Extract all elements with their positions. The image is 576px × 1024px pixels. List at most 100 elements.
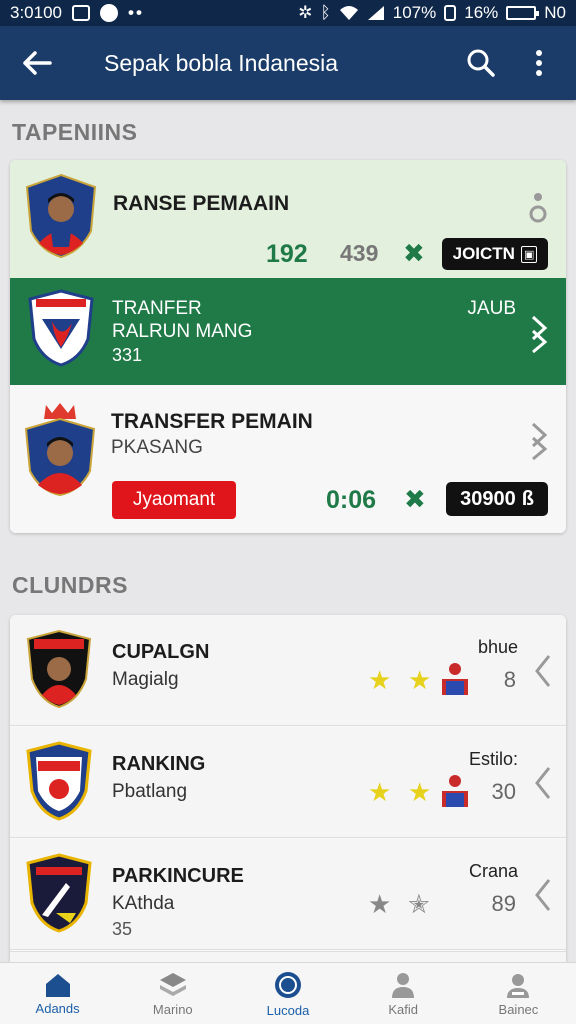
club-row[interactable]: CUPALGN Magialg ★ ★ bhue 8 — [10, 615, 566, 726]
nav-item-players[interactable]: Kafid — [346, 963, 461, 1024]
club-row[interactable]: PARKINCURE KAthda 35 ★ ✭ Crana 89 — [10, 839, 566, 950]
clubs-section-title: CLUNDRS — [12, 572, 128, 598]
club-subtitle: KAthda — [112, 893, 175, 914]
chevron-left-icon[interactable] — [534, 765, 552, 801]
star-outline-icon: ★ — [368, 889, 392, 919]
settings-status-icon: ✲ — [298, 3, 313, 22]
transfer-row[interactable]: RANSE PEMAAIN 192 439 ✖ JOICTN ▣ — [10, 160, 566, 278]
transfers-section-title: TAPENIINS — [12, 119, 138, 145]
bluetooth-icon: ᛒ — [320, 3, 331, 22]
nav-item-clubs[interactable]: Lucoda — [230, 963, 345, 1024]
chevron-right-icon[interactable] — [530, 421, 548, 461]
nav-label: Marino — [152, 1001, 193, 1017]
chevron-right-icon[interactable] — [530, 314, 548, 354]
arrow-left-icon — [23, 51, 52, 75]
transfer-secondary-value: 439 — [340, 240, 379, 266]
club-value: 30 — [491, 779, 516, 804]
player-icon — [442, 775, 468, 807]
star-icon: ★ — [408, 777, 432, 807]
transfer-tag: JOICTN ▣ — [442, 238, 548, 270]
star-icon: ★ — [368, 777, 392, 807]
star-icon: ★ — [368, 665, 392, 695]
club-subtitle: Magialg — [112, 669, 179, 690]
ball-icon — [275, 971, 301, 998]
swap-icon: ✖ — [403, 238, 425, 268]
club-crest-icon — [26, 629, 92, 709]
club-crest-icon — [26, 741, 92, 821]
transfer-tag-label: JOICTN — [452, 244, 515, 263]
transfer-title: TRANSFER PEMAIN — [111, 410, 313, 433]
app-bar: Sepak bobla Indanesia — [0, 26, 576, 100]
transfer-fee-label: 30900 — [460, 487, 516, 510]
transfer-title: TRANFER — [112, 298, 202, 319]
transfer-right-label: JAUB — [467, 298, 516, 319]
club-row-partial — [10, 951, 566, 962]
player-icon — [442, 663, 468, 695]
page-title: Sepak bobla Indanesia — [104, 49, 339, 76]
bottom-navigation: Adands Marino Lucoda Kafid Bainec — [0, 962, 576, 1024]
nav-label: Kafid — [388, 1001, 419, 1017]
signal-percent: 107% — [392, 3, 437, 22]
chevron-left-icon[interactable] — [534, 877, 552, 913]
nav-item-home[interactable]: Adands — [0, 963, 115, 1024]
nav-item-profile[interactable]: Bainec — [461, 963, 576, 1024]
club-subtitle: Pbatlang — [112, 781, 188, 802]
back-button[interactable] — [0, 26, 74, 100]
transfer-row[interactable]: TRANSFER PEMAIN PKASANG Jyaomant 0:06 ✖ … — [10, 385, 566, 533]
status-bar: 3:0100 •• ✲ ᛒ 107% 16% N0 — [0, 0, 576, 26]
network-label: N0 — [544, 3, 566, 22]
transfer-row-highlighted[interactable]: TRANFER RALRUN MANG 331 JAUB — [10, 278, 566, 385]
person-icon — [392, 972, 415, 998]
sim-icon — [444, 5, 457, 21]
notification-icon — [72, 5, 90, 21]
star-icon: ★ — [408, 665, 432, 695]
club-right-label: Estilo: — [468, 749, 518, 769]
transfer-subtitle: RALRUN MANG — [112, 321, 253, 342]
nav-label: Bainec — [498, 1001, 539, 1017]
player-avatar-badge — [24, 403, 96, 497]
search-button[interactable] — [452, 26, 510, 100]
home-icon — [45, 973, 70, 997]
transfer-fee-tag: 30900 ß — [446, 482, 548, 516]
club-crest-icon — [26, 853, 92, 933]
player-avatar-badge — [25, 173, 97, 259]
transfer-time: 0:06 — [326, 486, 377, 514]
tag-icon: ▣ — [520, 245, 538, 263]
battery-icon — [506, 6, 540, 20]
transfer-action-button[interactable]: Jyaomant — [112, 481, 236, 519]
transfer-title: RANSE PEMAAIN — [113, 192, 290, 215]
club-number: 35 — [112, 919, 133, 939]
wifi-icon — [339, 6, 358, 20]
more-notifications-icon: •• — [128, 3, 144, 22]
account-icon — [507, 973, 530, 998]
overflow-menu-button[interactable] — [510, 26, 568, 100]
chevron-left-icon[interactable] — [534, 653, 552, 689]
club-crest-icon — [28, 289, 94, 367]
club-right-label: Crana — [468, 861, 518, 881]
transfer-subtitle: PKASANG — [111, 437, 203, 458]
layers-icon — [159, 972, 186, 996]
search-icon — [467, 49, 495, 77]
star-outline-icon: ✭ — [408, 889, 430, 919]
more-vertical-icon — [536, 50, 542, 76]
info-icon[interactable] — [528, 190, 548, 224]
club-name: RANKING — [112, 753, 206, 775]
currency-icon: ß — [521, 487, 534, 510]
nav-item-market[interactable]: Marino — [115, 963, 230, 1024]
club-value: 8 — [503, 667, 516, 692]
club-row[interactable]: RANKING Pbatlang ★ ★ Estilo: 30 — [10, 727, 566, 838]
clubs-card: CUPALGN Magialg ★ ★ bhue 8 RANKING Pbatl… — [10, 615, 566, 962]
swap-icon: ✖ — [404, 484, 426, 514]
transfers-card: RANSE PEMAAIN 192 439 ✖ JOICTN ▣ TRANFER… — [10, 160, 566, 533]
nav-label: Adands — [35, 1000, 80, 1016]
transfer-value: 192 — [266, 240, 308, 268]
nav-label: Lucoda — [266, 1002, 310, 1018]
signal-icon — [367, 6, 384, 20]
transfer-number: 331 — [112, 345, 143, 365]
club-name: PARKINCURE — [112, 865, 244, 887]
club-right-label: bhue — [477, 637, 518, 657]
battery-percent: 16% — [464, 3, 499, 22]
club-value: 89 — [491, 891, 516, 916]
status-time: 3:0100 — [10, 3, 62, 22]
messenger-icon — [100, 4, 118, 22]
